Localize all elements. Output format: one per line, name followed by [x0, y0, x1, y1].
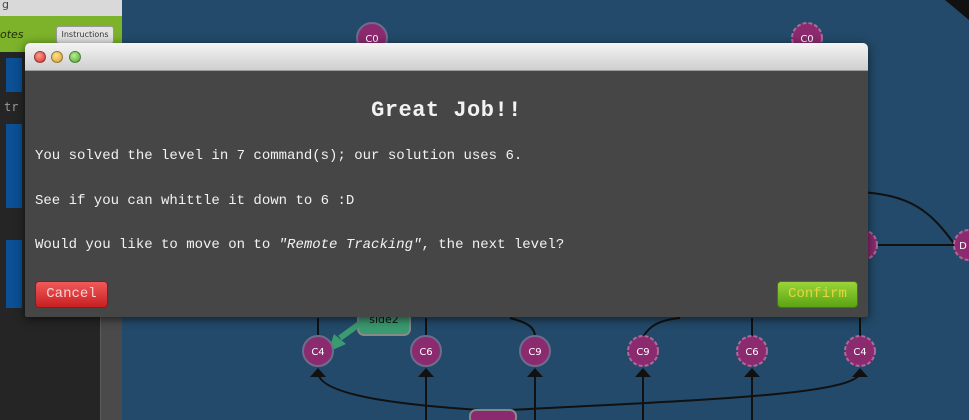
solved-message: You solved the level in 7 command(s); ou… [35, 148, 523, 164]
confirm-button[interactable]: Confirm [777, 281, 858, 308]
arrowhead [744, 368, 760, 377]
commit-label: C9 [636, 347, 649, 358]
next-level-prefix: Would you like to move on to [35, 237, 279, 253]
close-window-icon[interactable] [34, 51, 46, 63]
dialog-heading: Great Job!! [371, 98, 522, 123]
arrowhead [635, 368, 651, 377]
commit-label: C4 [311, 347, 324, 358]
graph-edge [509, 317, 536, 338]
whittle-message: See if you can whittle it down to 6 :D [35, 193, 355, 209]
commit-label: D [959, 241, 967, 252]
arrowhead [418, 368, 434, 377]
arrowhead [852, 368, 868, 377]
cancel-button[interactable]: Cancel [35, 281, 108, 308]
graph-edge [509, 371, 861, 411]
dialog-content: Great Job!! You solved the level in 7 co… [25, 98, 868, 253]
graph-edge [317, 371, 481, 411]
graph-edge [642, 317, 681, 338]
commit-label: C6 [745, 347, 758, 358]
next-level-suffix: , the next level? [421, 237, 565, 253]
arrowhead [310, 368, 326, 377]
commit-label: C6 [419, 347, 432, 358]
commit-label: C4 [853, 347, 866, 358]
commit-label: C9 [528, 347, 541, 358]
branch-label-box[interactable] [469, 409, 517, 420]
next-level-name: "Remote Tracking" [278, 237, 422, 253]
next-level-message: Would you like to move on to "Remote Tra… [35, 237, 564, 253]
dialog-titlebar [25, 43, 868, 71]
minimize-window-icon[interactable] [51, 51, 63, 63]
maximize-window-icon[interactable] [69, 51, 81, 63]
level-complete-dialog: Great Job!! You solved the level in 7 co… [25, 43, 868, 317]
corner-ribbon [945, 0, 969, 20]
arrowhead [527, 368, 543, 377]
